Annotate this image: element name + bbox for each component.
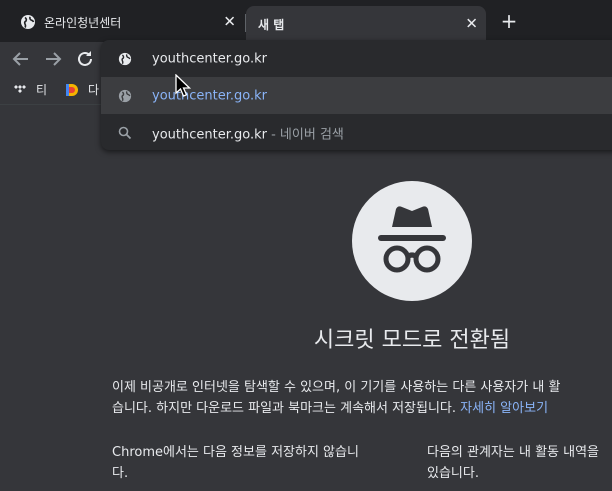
globe-icon bbox=[118, 89, 132, 102]
bookmark-item[interactable]: 다 bbox=[64, 81, 99, 98]
heading-line: 다음의 관계자는 내 활동 내역을 bbox=[427, 445, 600, 460]
tidal-icon bbox=[14, 84, 26, 93]
search-engine-suffix: - 네이버 검색 bbox=[271, 127, 344, 142]
daum-icon bbox=[66, 83, 78, 96]
omnibox-input[interactable]: youthcenter.go.kr bbox=[152, 51, 267, 66]
intro-line: 습니다. 하지만 다운로드 파일과 북마크는 계속해서 저장됩니다. 자세히 알… bbox=[112, 398, 612, 419]
close-icon[interactable]: ✕ bbox=[223, 14, 236, 30]
reload-icon[interactable] bbox=[74, 48, 96, 70]
incognito-intro: 이제 비공개로 인터넷을 탐색할 수 있으며, 이 기기를 사용하는 다른 사용… bbox=[112, 377, 612, 419]
intro-text: 습니다. 하지만 다운로드 파일과 북마크는 계속해서 저장됩니다. bbox=[112, 401, 457, 416]
heading-line: 있습니다. bbox=[427, 466, 479, 481]
globe-icon bbox=[118, 52, 132, 65]
heading-line: 다. bbox=[112, 466, 129, 481]
tab-title: 온라인청년센터 bbox=[44, 15, 122, 30]
incognito-icon bbox=[378, 206, 446, 273]
new-tab-button[interactable]: + bbox=[498, 10, 520, 32]
globe-icon bbox=[21, 15, 35, 29]
back-arrow-icon[interactable] bbox=[10, 48, 32, 70]
intro-line: 이제 비공개로 인터넷을 탐색할 수 있으며, 이 기기를 사용하는 다른 사용… bbox=[112, 380, 561, 395]
visible-to-heading: 다음의 관계자는 내 활동 내역을 있습니다. bbox=[427, 442, 599, 484]
suggestion-text: youthcenter.go.kr - 네이버 검색 bbox=[152, 123, 344, 142]
forward-arrow-icon[interactable] bbox=[42, 48, 64, 70]
not-saved-heading: Chrome에서는 다음 정보를 저장하지 않습니 다. bbox=[112, 442, 359, 484]
suggestion-search[interactable]: youthcenter.go.kr - 네이버 검색 bbox=[101, 114, 612, 150]
heading-line: Chrome에서는 다음 정보를 저장하지 않습니 bbox=[112, 445, 359, 460]
search-icon bbox=[118, 126, 132, 139]
omnibox-input-row[interactable]: youthcenter.go.kr bbox=[101, 40, 612, 77]
suggestion-text: youthcenter.go.kr bbox=[152, 88, 267, 103]
bookmark-label: 티 bbox=[36, 83, 48, 97]
bookmark-label: 다 bbox=[88, 83, 100, 97]
incognito-logo bbox=[352, 181, 472, 301]
tab-title: 새 탭 bbox=[258, 17, 285, 32]
bookmark-item[interactable]: 티 bbox=[12, 81, 47, 98]
close-icon[interactable]: ✕ bbox=[465, 16, 478, 32]
tab-youthcenter[interactable]: 온라인청년센터 ✕ bbox=[8, 6, 244, 38]
page-title: 시크릿 모드로 전환됨 bbox=[313, 328, 511, 353]
mouse-cursor-icon bbox=[175, 74, 192, 97]
learn-more-link[interactable]: 자세히 알아보기 bbox=[460, 401, 548, 416]
tab-new-tab[interactable]: 새 탭 ✕ bbox=[246, 6, 486, 42]
search-query: youthcenter.go.kr bbox=[152, 127, 267, 142]
tab-strip: 온라인청년센터 ✕ 새 탭 ✕ + bbox=[0, 0, 612, 42]
